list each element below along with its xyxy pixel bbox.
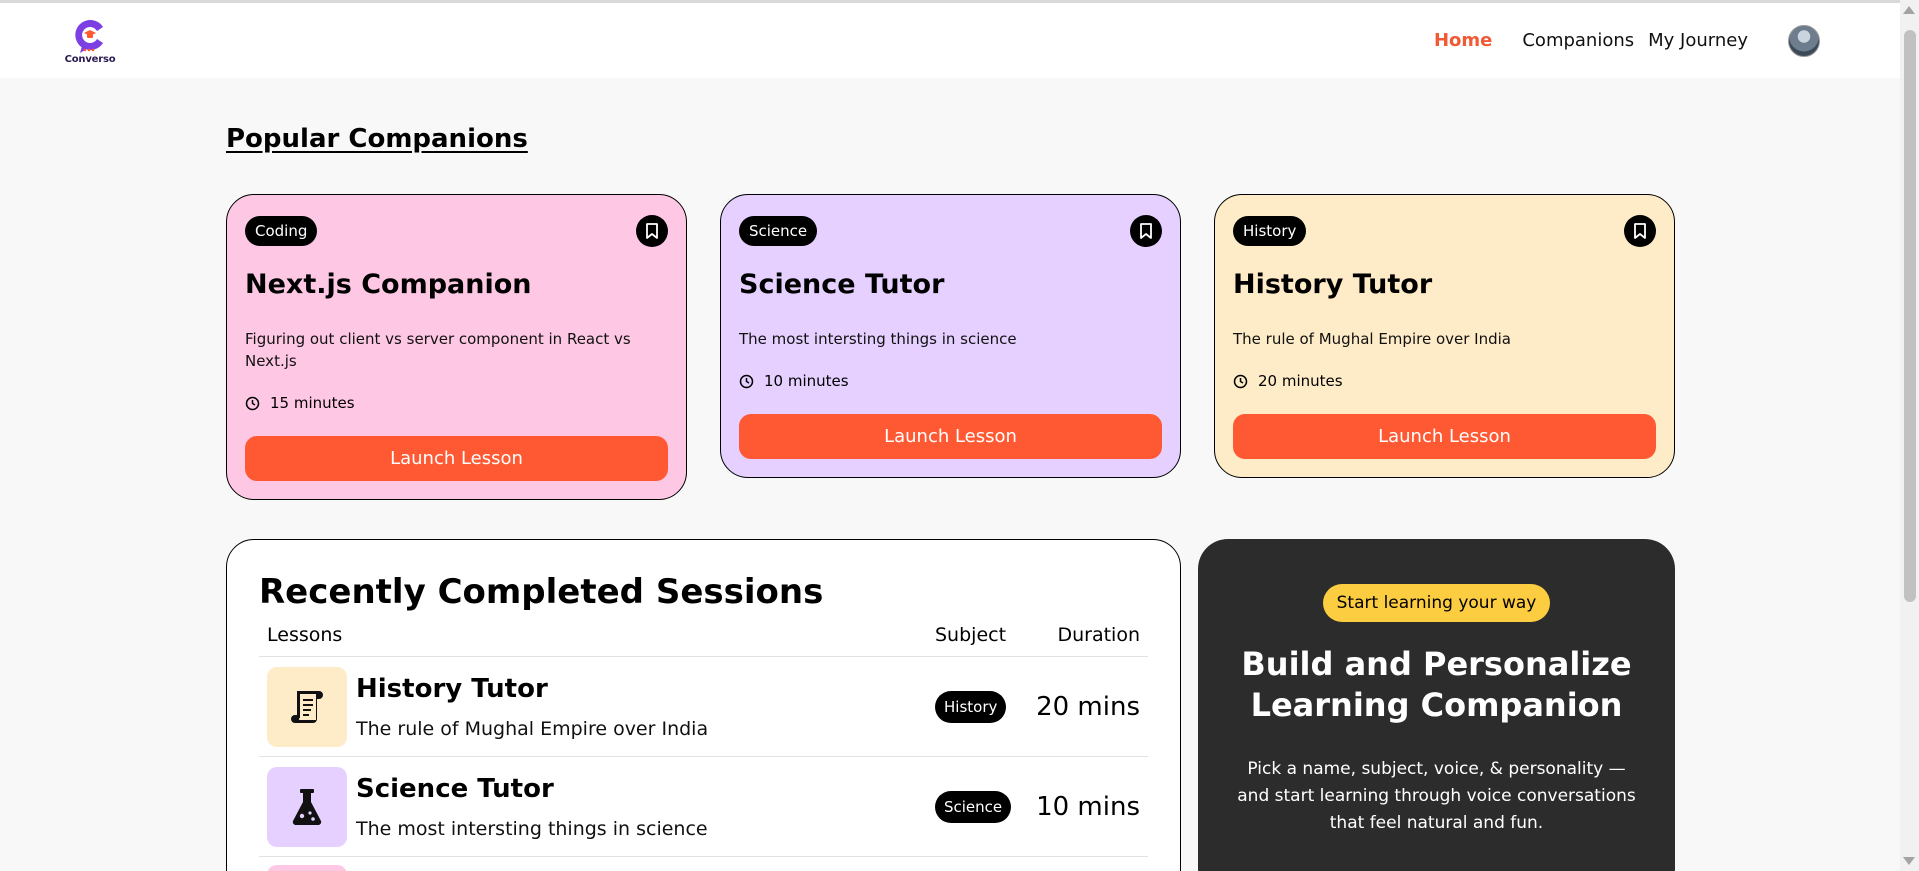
cta-badge: Start learning your way [1322, 584, 1551, 622]
duration-text: 10 minutes [764, 372, 849, 390]
duration-text: 20 minutes [1258, 372, 1343, 390]
companion-card-coding: Coding Next.js Companion Figuring out cl… [226, 194, 687, 500]
nav-link-my-journey[interactable]: My Journey [1648, 30, 1748, 51]
cta-description: Pick a name, subject, voice, & personali… [1237, 759, 1636, 833]
launch-lesson-button[interactable]: Launch Lesson [245, 436, 668, 481]
scroll-down-arrow-icon[interactable] [1903, 857, 1915, 865]
subject-badge: Coding [245, 216, 318, 246]
companion-topic: The rule of Mughal Empire over India [1233, 330, 1511, 348]
table-header: Lessons Subject Duration [259, 624, 1148, 657]
scroll-thumb[interactable] [1904, 30, 1916, 602]
session-duration: 10 mins [1036, 791, 1140, 822]
nav-links: Home Companions My Journey [1434, 24, 1820, 57]
bookmark-icon [1140, 223, 1152, 239]
companion-name: Next.js Companion [245, 269, 532, 300]
converso-logo-icon [75, 19, 103, 53]
table-row-partial[interactable] [259, 857, 1148, 871]
column-header-duration: Duration [1057, 624, 1140, 646]
clock-icon [245, 396, 260, 410]
session-duration: 20 mins [1036, 691, 1140, 722]
launch-lesson-button[interactable]: Launch Lesson [739, 414, 1162, 459]
subject-badge: History [1233, 216, 1307, 246]
column-header-lessons: Lessons [267, 624, 343, 646]
companion-duration: 20 minutes [1233, 372, 1656, 390]
cta-title: Build and Personalize Learning Companion [1241, 645, 1632, 724]
recent-sessions-panel: Recently Completed Sessions Lessons Subj… [226, 539, 1181, 871]
launch-lesson-button[interactable]: Launch Lesson [1233, 414, 1656, 459]
subject-badge: History [935, 691, 1007, 723]
subject-icon-tile [267, 766, 347, 847]
scroll-icon [291, 690, 323, 723]
bookmark-button[interactable] [636, 215, 668, 247]
nav-link-home[interactable]: Home [1434, 30, 1492, 51]
subject-icon-tile [267, 865, 347, 871]
brand-name: Converso [64, 54, 116, 65]
scroll-up-arrow-icon[interactable] [1903, 6, 1915, 14]
navbar: Converso Home Companions My Journey [0, 3, 1900, 78]
subject-icon-tile [267, 666, 347, 747]
companion-duration: 15 minutes [245, 394, 668, 412]
bookmark-button[interactable] [1130, 215, 1162, 247]
duration-text: 15 minutes [270, 394, 355, 412]
session-topic: The most intersting things in science [356, 817, 708, 840]
companion-card-science: Science Science Tutor The most interstin… [720, 194, 1181, 478]
recent-sessions-title: Recently Completed Sessions [259, 572, 824, 612]
section-title-popular: Popular Companions [226, 124, 528, 154]
subject-badge: Science [739, 216, 818, 246]
session-topic: The rule of Mughal Empire over India [356, 717, 709, 740]
nav-link-companions[interactable]: Companions [1522, 30, 1634, 51]
clock-icon [739, 374, 754, 388]
bookmark-icon [1634, 223, 1646, 239]
bookmark-icon [646, 223, 658, 239]
companion-topic: Figuring out client vs server component … [245, 330, 631, 370]
clock-icon [1233, 374, 1248, 388]
companion-name: History Tutor [1233, 269, 1433, 300]
companion-card-history: History History Tutor The rule of Mughal… [1214, 194, 1675, 478]
session-name: Science Tutor [356, 773, 554, 804]
companion-name: Science Tutor [739, 269, 945, 300]
brand-logo-link[interactable]: Converso [64, 16, 116, 65]
table-row[interactable]: History Tutor The rule of Mughal Empire … [259, 657, 1148, 757]
table-row[interactable]: Science Tutor The most intersting things… [259, 757, 1148, 857]
companion-duration: 10 minutes [739, 372, 1162, 390]
subject-badge: Science [935, 791, 1012, 823]
session-name: History Tutor [356, 673, 548, 704]
column-header-subject: Subject [935, 624, 1007, 646]
page-scrollbar[interactable] [1900, 0, 1919, 871]
user-avatar[interactable] [1788, 24, 1820, 57]
companion-topic: The most intersting things in science [739, 330, 1017, 348]
bookmark-button[interactable] [1624, 215, 1656, 247]
create-companion-cta: Start learning your way Build and Person… [1198, 539, 1675, 871]
flask-icon [292, 788, 322, 825]
